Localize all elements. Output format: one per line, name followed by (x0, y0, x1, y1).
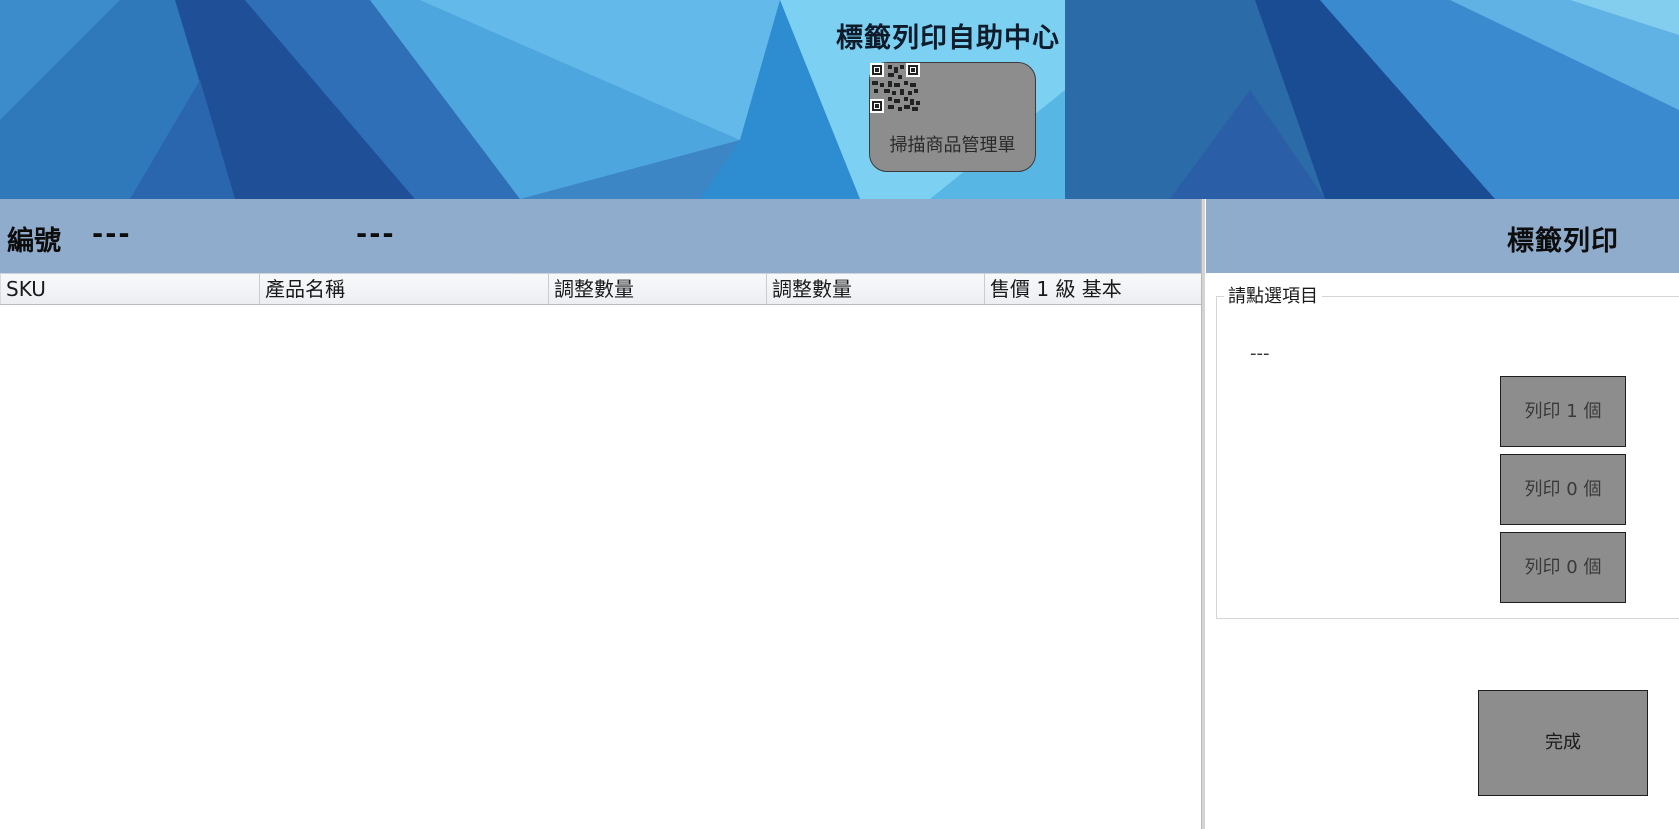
print-qty-button-2[interactable]: 列印 0 個 (1500, 454, 1626, 525)
order-info-bar: 編號 --- --- (0, 199, 1202, 273)
order-id-value: --- (92, 219, 132, 250)
selected-item-text: --- (1250, 343, 1270, 364)
scan-order-label: 掃描商品管理單 (889, 135, 1016, 156)
done-button[interactable]: 完成 (1478, 690, 1648, 796)
print-qty-button-3[interactable]: 列印 0 個 (1500, 532, 1626, 603)
column-header-product-name[interactable]: 產品名稱 (259, 274, 548, 304)
app-title: 標籤列印自助中心 (836, 23, 1060, 54)
scan-order-button[interactable]: 掃描商品管理單 (869, 62, 1036, 172)
order-name-value: --- (356, 219, 396, 250)
product-grid-header: SKU 產品名稱 調整數量 調整數量 售價 1 級 基本 (0, 273, 1201, 305)
panel-splitter[interactable] (1201, 199, 1205, 829)
product-grid-body[interactable] (0, 305, 1201, 829)
qr-code-icon (870, 63, 920, 113)
print-panel-header: 標籤列印 (1206, 199, 1679, 273)
print-qty-button-1[interactable]: 列印 1 個 (1500, 376, 1626, 447)
column-header-adjust-qty-2[interactable]: 調整數量 (766, 274, 984, 304)
column-header-sku[interactable]: SKU (0, 274, 259, 304)
order-id-label: 編號 (7, 226, 61, 257)
print-panel-title: 標籤列印 (1507, 226, 1619, 257)
header-banner: 標籤列印自助中心 掃描商品管理單 (0, 0, 1679, 199)
item-selection-legend: 請點選項目 (1224, 282, 1322, 308)
column-header-adjust-qty[interactable]: 調整數量 (548, 274, 766, 304)
column-header-price-level-1[interactable]: 售價 1 級 基本 (984, 274, 1201, 304)
